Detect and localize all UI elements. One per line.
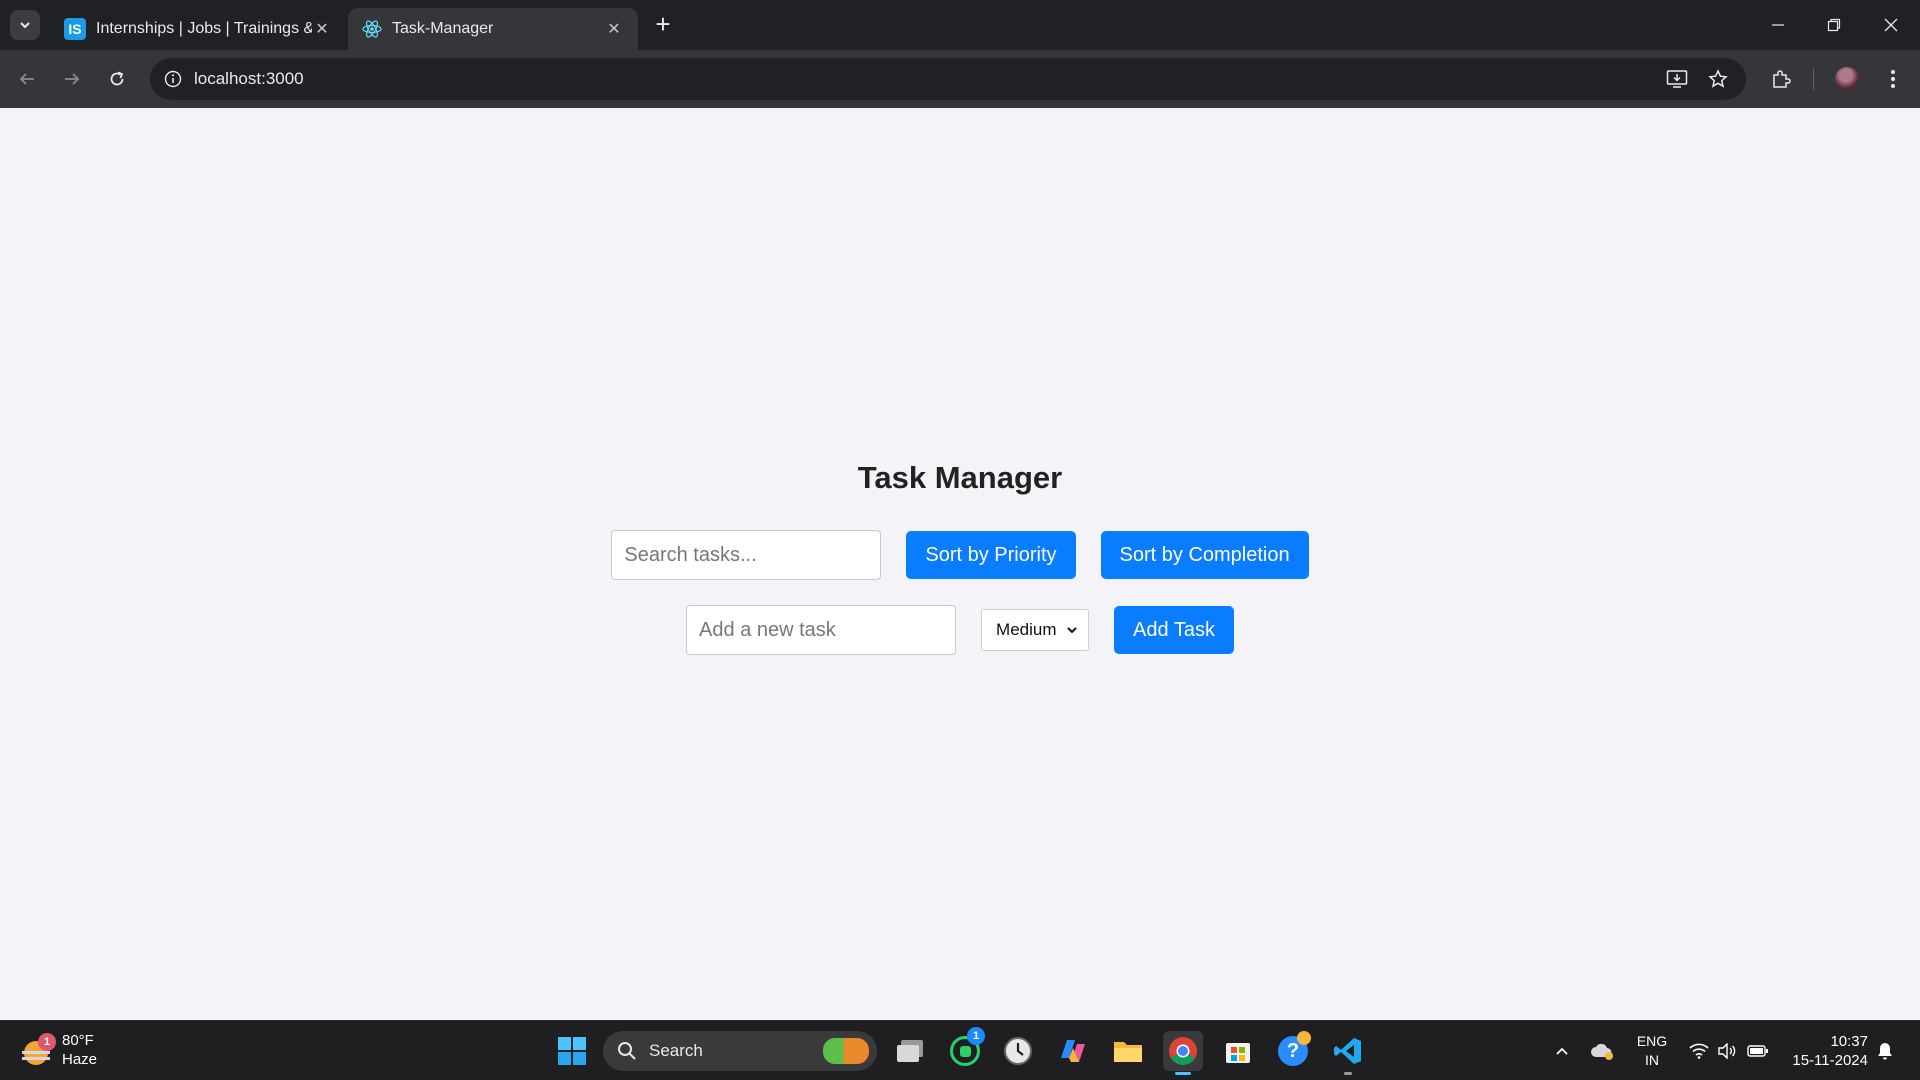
browser-toolbar: localhost:3000 [0, 50, 1920, 108]
help-notification-dot [1297, 1031, 1311, 1045]
page-title: Task Manager [857, 460, 1063, 495]
search-highlight-icon [823, 1038, 869, 1064]
reload-icon [110, 71, 124, 86]
page-viewport: Task Manager Sort by Priority Sort by Co… [0, 108, 1920, 1020]
chevron-up-icon [1556, 1047, 1568, 1055]
weather-badge: 1 [38, 1033, 56, 1051]
new-task-input[interactable] [686, 605, 957, 655]
copilot-icon [1061, 1040, 1085, 1062]
chevron-down-icon [20, 22, 30, 29]
active-indicator [1175, 1072, 1191, 1075]
task-view-button[interactable] [890, 1031, 930, 1071]
add-task-row: Medium Add Task [0, 605, 1920, 655]
install-app-icon[interactable] [1666, 69, 1688, 89]
lang-bottom: IN [1645, 1052, 1659, 1068]
windows-taskbar: 1 80°F Haze Search 1 ? ENG IN 10:37 15-1… [0, 1020, 1920, 1080]
forward-button[interactable] [59, 66, 85, 92]
ms-store-button[interactable] [1218, 1031, 1258, 1071]
priority-select[interactable]: Medium [981, 609, 1090, 651]
whatsapp-button[interactable]: 1 [945, 1027, 985, 1071]
tab-search-button[interactable] [10, 10, 40, 40]
tab-title: Internships | Jobs | Trainings & I [96, 20, 312, 37]
wifi-tray-icon[interactable] [1686, 1021, 1712, 1080]
puzzle-icon [1773, 70, 1791, 88]
chevron-down-icon [1067, 627, 1077, 634]
taskbar-search[interactable]: Search [603, 1031, 877, 1071]
extensions-button[interactable] [1768, 66, 1794, 92]
folder-icon [1114, 1042, 1142, 1062]
battery-tray-icon[interactable] [1744, 1021, 1772, 1080]
avatar [1835, 67, 1859, 91]
taskbar-search-label: Search [649, 1041, 703, 1060]
windows-icon [558, 1037, 586, 1065]
clock-icon [1004, 1037, 1032, 1065]
sort-by-priority-button[interactable]: Sort by Priority [906, 531, 1076, 579]
close-window-button[interactable] [1871, 8, 1911, 42]
weather-icon: 1 [22, 1033, 56, 1065]
add-task-button[interactable]: Add Task [1114, 606, 1234, 654]
toolbar-divider [1813, 68, 1814, 90]
get-help-button[interactable]: ? [1273, 1031, 1313, 1071]
speaker-icon [1718, 1043, 1736, 1059]
browser-tab-strip: IS Internships | Jobs | Trainings & I ✕ … [0, 0, 1920, 50]
search-sort-row: Sort by Priority Sort by Completion [0, 530, 1920, 580]
minimize-icon [1772, 24, 1784, 26]
priority-selected-value: Medium [996, 620, 1057, 639]
notifications-button[interactable] [1874, 1021, 1896, 1080]
clock-app-button[interactable] [998, 1031, 1038, 1071]
close-icon[interactable]: ✕ [604, 19, 624, 39]
more-vert-icon [1891, 70, 1895, 88]
internshala-favicon-icon: IS [64, 18, 86, 40]
clock-time: 10:37 [1830, 1033, 1868, 1050]
vscode-icon [1334, 1038, 1361, 1064]
store-icon [1226, 1043, 1250, 1063]
close-icon[interactable]: ✕ [312, 19, 332, 39]
address-bar[interactable]: localhost:3000 [150, 58, 1746, 100]
whatsapp-badge: 1 [967, 1027, 985, 1045]
close-icon [1884, 18, 1898, 32]
start-button[interactable] [552, 1031, 592, 1071]
lang-top: ENG [1636, 1033, 1668, 1049]
tab-title: Task-Manager [392, 20, 494, 37]
back-button[interactable] [14, 66, 40, 92]
minimize-button[interactable] [1758, 8, 1798, 42]
arrow-left-icon [19, 73, 34, 85]
wifi-icon [1689, 1043, 1709, 1059]
task-view-icon [897, 1040, 923, 1062]
search-icon [618, 1042, 636, 1060]
info-icon [164, 70, 182, 88]
arrow-right-icon [65, 73, 80, 85]
star-icon[interactable] [1708, 69, 1728, 89]
weather-temp: 80°F [62, 1032, 94, 1049]
cloud-icon [1591, 1043, 1613, 1060]
sort-by-completion-button[interactable]: Sort by Completion [1100, 531, 1309, 579]
restore-button[interactable] [1814, 8, 1854, 42]
clock-date[interactable]: 10:37 15-11-2024 [1782, 1021, 1868, 1080]
weather-widget[interactable]: 1 80°F Haze [22, 1031, 97, 1069]
show-hidden-icons-button[interactable] [1550, 1021, 1574, 1080]
clock-date-text: 15-11-2024 [1792, 1052, 1868, 1069]
bell-icon [1878, 1043, 1892, 1060]
tab-internshala[interactable]: IS Internships | Jobs | Trainings & I ✕ [50, 8, 346, 50]
chrome-button[interactable] [1163, 1031, 1203, 1075]
chrome-icon [1169, 1037, 1197, 1065]
tab-task-manager[interactable]: Task-Manager ✕ [348, 8, 638, 50]
search-input[interactable] [611, 530, 882, 580]
new-tab-button[interactable]: + [650, 11, 676, 38]
running-indicator [1344, 1072, 1352, 1075]
restore-icon [1827, 18, 1841, 32]
reload-button[interactable] [104, 66, 130, 92]
battery-icon [1747, 1045, 1768, 1057]
react-icon [362, 20, 382, 38]
file-explorer-button[interactable] [1108, 1031, 1148, 1071]
vscode-button[interactable] [1328, 1031, 1368, 1075]
copilot-button[interactable] [1053, 1031, 1093, 1071]
chrome-menu-button[interactable] [1880, 66, 1906, 92]
onedrive-tray-icon[interactable] [1588, 1021, 1616, 1080]
profile-button[interactable] [1834, 66, 1860, 92]
url-text: localhost:3000 [194, 69, 304, 88]
weather-desc: Haze [62, 1051, 98, 1068]
volume-tray-icon[interactable] [1714, 1021, 1740, 1080]
language-indicator[interactable]: ENG IN [1626, 1021, 1678, 1080]
